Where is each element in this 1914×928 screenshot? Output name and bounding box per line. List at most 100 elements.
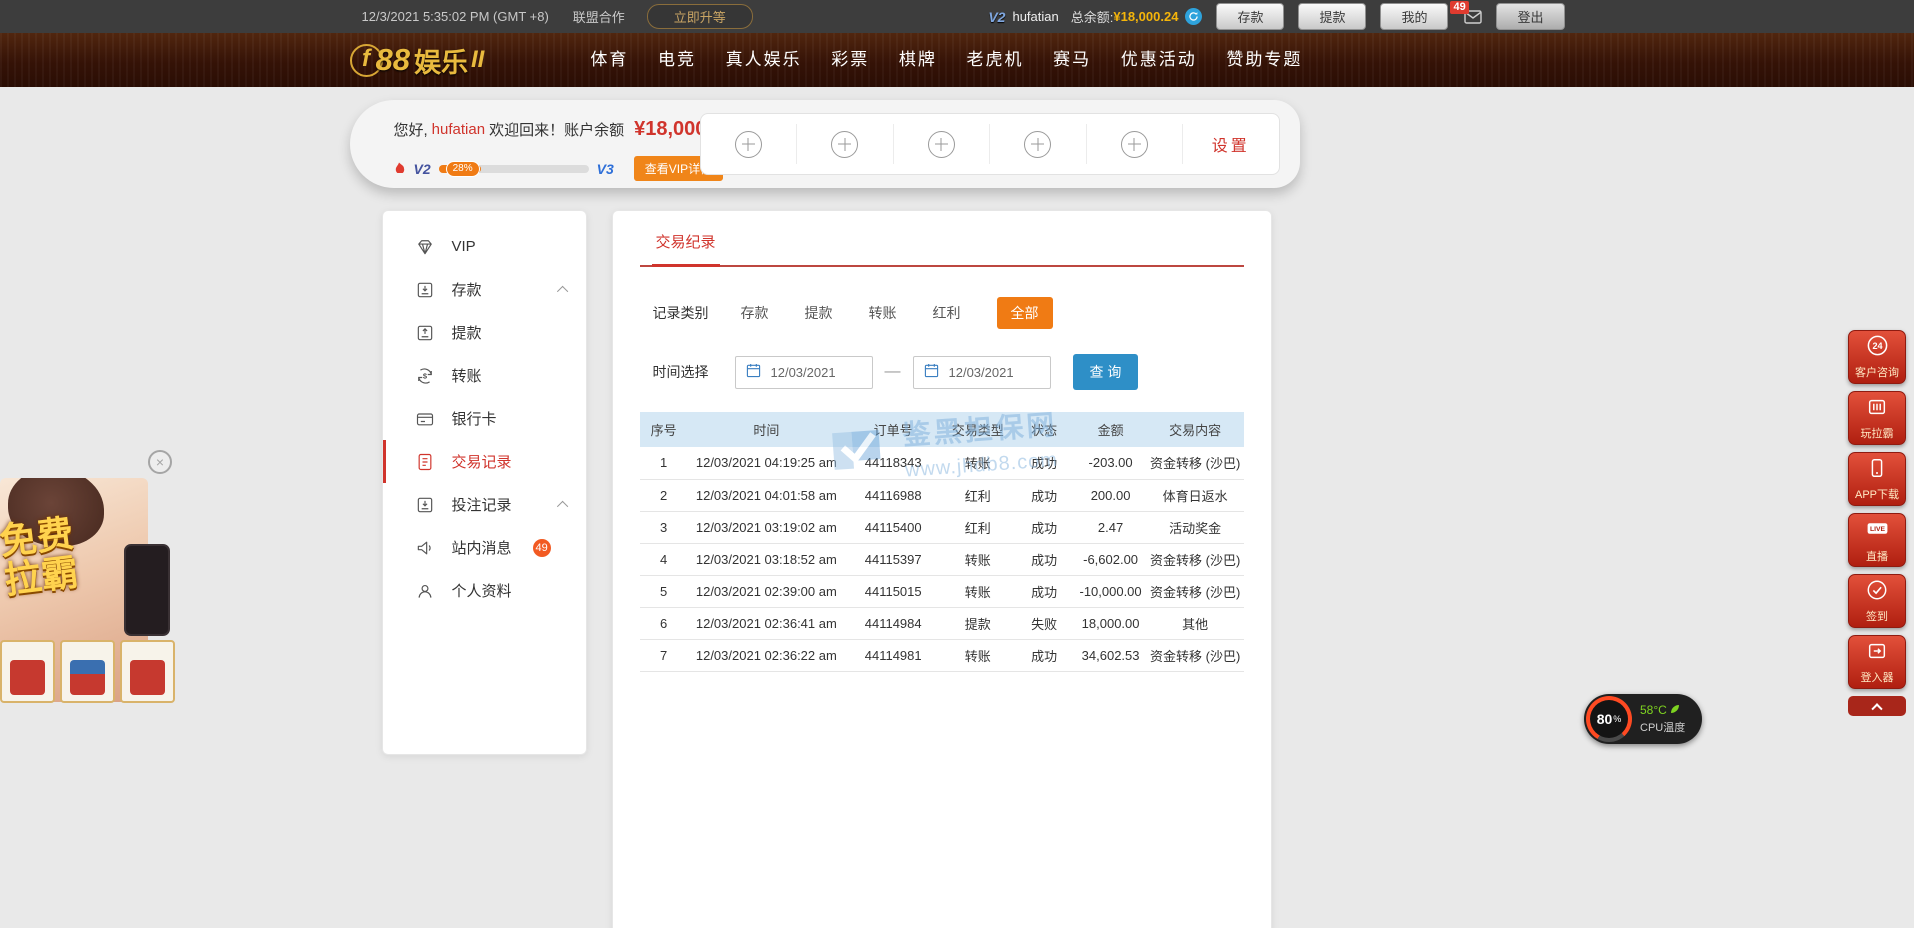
logo-suffix: II bbox=[471, 46, 484, 74]
mine-button[interactable]: 我的 bbox=[1380, 3, 1448, 30]
logout-button[interactable]: 登出 bbox=[1496, 3, 1564, 30]
cell-amount: 34,602.53 bbox=[1074, 639, 1146, 671]
promo-thumb-2[interactable] bbox=[60, 640, 115, 703]
deposit-button[interactable]: 存款 bbox=[1216, 3, 1284, 30]
sidebar-item-label: 存款 bbox=[452, 279, 482, 300]
rail-checkin-button[interactable]: 签到 bbox=[1848, 574, 1906, 628]
table-header-row: 序号时间订单号交易类型状态金额交易内容 bbox=[640, 412, 1244, 447]
cell-order: 44114984 bbox=[845, 607, 942, 639]
nav-item-老虎机[interactable]: 老虎机 bbox=[966, 33, 1023, 87]
greeting-suffix: 欢迎回来！账户余额 bbox=[489, 119, 624, 140]
percent-sign: % bbox=[1613, 714, 1621, 724]
cell-content: 资金转移 (沙巴) bbox=[1147, 639, 1244, 671]
sidebar-item-deposit[interactable]: 存款 bbox=[383, 268, 586, 311]
svg-text:24: 24 bbox=[1872, 341, 1883, 351]
cell-content: 其他 bbox=[1147, 607, 1244, 639]
cell-order: 44114981 bbox=[845, 639, 942, 671]
quick-action-2-button[interactable] bbox=[797, 124, 894, 164]
cell-amount: -203.00 bbox=[1074, 447, 1146, 479]
filter-存款[interactable]: 存款 bbox=[741, 303, 769, 323]
cell-order: 44115400 bbox=[845, 511, 942, 543]
message-count-badge: 49 bbox=[1450, 1, 1468, 14]
filter-转账[interactable]: 转账 bbox=[869, 303, 897, 323]
promo-thumbnails bbox=[0, 640, 175, 703]
rail-slots-button[interactable]: 玩拉霸 bbox=[1848, 391, 1906, 445]
nav-item-棋牌[interactable]: 棋牌 bbox=[899, 33, 937, 87]
nav-menu: 体育电竞真人娱乐彩票棋牌老虎机赛马优惠活动赞助专题 bbox=[590, 33, 1302, 87]
cell-no: 4 bbox=[640, 543, 688, 575]
nav-item-赞助专题[interactable]: 赞助专题 bbox=[1226, 33, 1302, 87]
quick-action-3-button[interactable] bbox=[894, 124, 991, 164]
nav-item-彩票[interactable]: 彩票 bbox=[831, 33, 869, 87]
vip-icon bbox=[415, 237, 435, 257]
cell-content: 资金转移 (沙巴) bbox=[1147, 543, 1244, 575]
quick-action-5-button[interactable] bbox=[1087, 124, 1184, 164]
sidebar-item-withdraw[interactable]: 提款 bbox=[383, 311, 586, 354]
plus-icon bbox=[1121, 131, 1148, 158]
settings-button[interactable]: 设置 bbox=[1183, 124, 1279, 164]
rail-app-download-button[interactable]: APP下载 bbox=[1848, 452, 1906, 506]
cell-type: 转账 bbox=[941, 639, 1013, 671]
sidebar-item-transfer[interactable]: $转账 bbox=[383, 354, 586, 397]
rail-collapse-button[interactable] bbox=[1848, 696, 1906, 716]
rail-service-button[interactable]: 24客户咨询 bbox=[1848, 330, 1906, 384]
nav-item-真人娱乐[interactable]: 真人娱乐 bbox=[726, 33, 802, 87]
leaf-icon bbox=[1670, 703, 1680, 717]
filter-红利[interactable]: 红利 bbox=[933, 303, 961, 323]
slots-icon bbox=[1866, 396, 1888, 423]
quick-action-1-button[interactable] bbox=[701, 124, 798, 164]
cell-time: 12/03/2021 04:01:58 am bbox=[688, 479, 845, 511]
checkin-icon bbox=[1866, 579, 1888, 606]
promo-close-button[interactable]: × bbox=[148, 450, 172, 474]
cell-no: 6 bbox=[640, 607, 688, 639]
sidebar-item-transactions[interactable]: 交易记录 bbox=[383, 440, 586, 483]
alliance-link[interactable]: 联盟合作 bbox=[573, 7, 625, 26]
sidebar-item-messages[interactable]: 站内消息49 bbox=[383, 526, 586, 569]
message-icon[interactable]: 49 bbox=[1464, 10, 1482, 24]
date-from-input[interactable]: 12/03/2021 bbox=[735, 356, 873, 389]
filter-全部[interactable]: 全部 bbox=[997, 297, 1053, 329]
sidebar-item-label: 交易记录 bbox=[452, 451, 512, 472]
greeting-prefix: 您好, bbox=[394, 119, 428, 140]
rail-live-button[interactable]: LIVE直播 bbox=[1848, 513, 1906, 567]
sidebar-item-vip[interactable]: VIP bbox=[383, 225, 586, 268]
search-button[interactable]: 查 询 bbox=[1073, 354, 1139, 390]
cell-amount: 2.47 bbox=[1074, 511, 1146, 543]
rail-login-tool-button[interactable]: 登入器 bbox=[1848, 635, 1906, 689]
quick-action-4-button[interactable] bbox=[990, 124, 1087, 164]
vip-next-level: V3 bbox=[597, 161, 614, 177]
promo-thumb-1[interactable] bbox=[0, 640, 55, 703]
vip-progress-bar: 28% bbox=[439, 165, 589, 173]
tab-transactions[interactable]: 交易纪录 bbox=[652, 231, 720, 267]
betting-icon bbox=[415, 495, 435, 515]
rail-label: 玩拉霸 bbox=[1861, 425, 1894, 441]
withdraw-button[interactable]: 提款 bbox=[1298, 3, 1366, 30]
promo-banner[interactable]: 免费 拉霸 bbox=[0, 478, 180, 706]
refresh-balance-icon[interactable] bbox=[1185, 8, 1202, 25]
date-to-input[interactable]: 12/03/2021 bbox=[913, 356, 1051, 389]
cell-amount: 18,000.00 bbox=[1074, 607, 1146, 639]
sidebar-menu: VIP 存款提款$转账银行卡交易记录投注记录站内消息49个人资料 bbox=[382, 210, 587, 755]
logo-number: 88 bbox=[376, 42, 410, 78]
nav-item-电竞[interactable]: 电竞 bbox=[658, 33, 696, 87]
welcome-username: hufatian bbox=[432, 121, 485, 138]
cell-order: 44116988 bbox=[845, 479, 942, 511]
nav-item-赛马[interactable]: 赛马 bbox=[1053, 33, 1091, 87]
sidebar-item-betting[interactable]: 投注记录 bbox=[383, 483, 586, 526]
column-header-状态: 状态 bbox=[1014, 412, 1074, 447]
sidebar-item-profile[interactable]: 个人资料 bbox=[383, 569, 586, 612]
column-header-序号: 序号 bbox=[640, 412, 688, 447]
site-logo[interactable]: f 88 娱乐 II bbox=[350, 41, 485, 80]
rail-label: APP下载 bbox=[1855, 486, 1899, 502]
cell-type: 转账 bbox=[941, 447, 1013, 479]
nav-item-体育[interactable]: 体育 bbox=[590, 33, 628, 87]
nav-item-优惠活动[interactable]: 优惠活动 bbox=[1121, 33, 1197, 87]
sidebar-item-bank-card[interactable]: 银行卡 bbox=[383, 397, 586, 440]
promo-thumb-3[interactable] bbox=[120, 640, 175, 703]
vip-flame-icon bbox=[394, 160, 406, 178]
upgrade-button[interactable]: 立即升等 bbox=[647, 4, 753, 29]
vip-level-badge: V2 bbox=[988, 9, 1005, 25]
rail-label: 签到 bbox=[1866, 608, 1888, 624]
filter-提款[interactable]: 提款 bbox=[805, 303, 833, 323]
table-row: 512/03/2021 02:39:00 am44115015转账成功-10,0… bbox=[640, 575, 1244, 607]
